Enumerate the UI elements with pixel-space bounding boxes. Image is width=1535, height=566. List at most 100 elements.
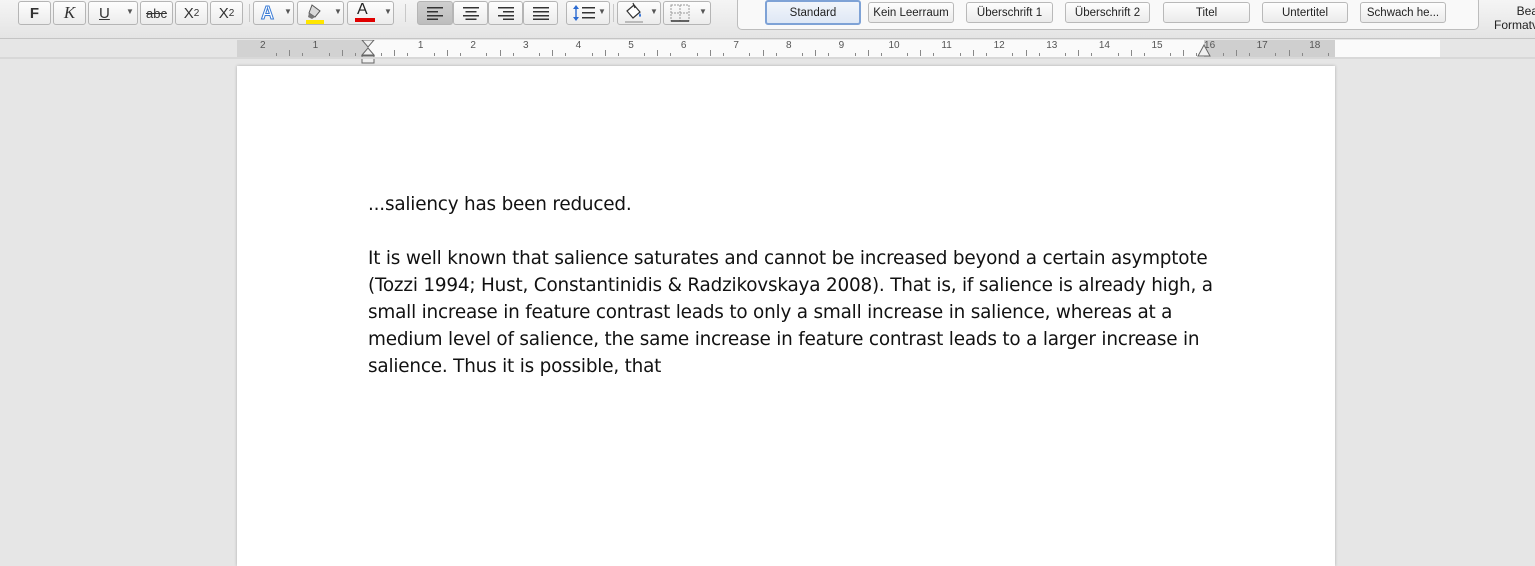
ruler-tick [1025, 50, 1027, 56]
font-color-dropdown-icon[interactable]: ▼ [384, 7, 392, 16]
ruler-tick [854, 53, 856, 56]
subscript-label: X [183, 4, 194, 22]
ruler-tick [538, 53, 540, 56]
text-effects-dropdown-icon[interactable]: ▼ [284, 7, 292, 16]
ruler-tick [920, 50, 922, 56]
ruler-number: 9 [838, 40, 845, 51]
ruler-tick [604, 50, 606, 56]
ruler-number: 14 [1098, 40, 1110, 51]
ruler-tick [907, 53, 909, 56]
formatting-ribbon: F K U ▼ abc X2 X2 A ▼ ▼ A ▼ ▼ ▼ ▼ Standa… [0, 0, 1535, 39]
superscript-mark: 2 [228, 7, 235, 19]
borders-dropdown-icon[interactable]: ▼ [699, 7, 707, 16]
ruler-number: 7 [733, 40, 739, 51]
text-line: medium level of salience, the same incre… [368, 329, 1200, 350]
paragraph-1[interactable]: ...saliency has been reduced. [368, 191, 1218, 218]
ruler-tick [775, 53, 777, 56]
right-indent-marker[interactable] [1197, 44, 1211, 58]
ruler-number: 17 [1256, 40, 1268, 51]
document-page[interactable]: ...saliency has been reduced. It is well… [237, 66, 1335, 566]
ruler-tick [762, 50, 764, 56]
ruler-tick [749, 53, 751, 56]
styles-pane-label-line1: Bea [1516, 4, 1535, 18]
ruler-number: 12 [993, 40, 1005, 51]
ruler-tick [354, 53, 356, 56]
ruler-tick [1117, 53, 1119, 56]
ruler-tick [591, 53, 593, 56]
paragraph-2[interactable]: It is well known that salience saturates… [368, 245, 1218, 380]
ruler-tick [617, 53, 619, 56]
ruler-number: 1 [312, 40, 319, 51]
style-label: Überschrift 2 [1074, 6, 1141, 19]
style-standard[interactable]: Standard [765, 0, 861, 25]
toolbar-separator [613, 4, 614, 22]
ruler-number: 2 [470, 40, 476, 51]
subscript-button[interactable]: X2 [175, 1, 208, 25]
ruler-tick [565, 53, 567, 56]
style-ueberschrift-2[interactable]: Überschrift 2 [1065, 2, 1150, 23]
ruler-number: 11 [941, 40, 952, 51]
ruler-tick [407, 53, 409, 56]
ruler-number: 13 [1046, 40, 1058, 51]
style-kein-leerraum[interactable]: Kein Leerraum [868, 2, 954, 23]
style-label: Kein Leerraum [873, 6, 949, 19]
ruler-tick [1249, 53, 1251, 56]
ruler-tick [302, 53, 304, 56]
style-label: Überschrift 1 [976, 6, 1043, 19]
ruler-tick [972, 50, 974, 56]
ruler-tick [275, 53, 277, 56]
ruler-tick [1275, 53, 1277, 56]
ruler-tick [433, 53, 435, 56]
align-left-icon [427, 7, 443, 20]
ruler-number: 18 [1309, 40, 1321, 51]
ruler-divider [0, 57, 1535, 59]
ruler-number: 6 [680, 40, 687, 51]
align-right-button[interactable] [488, 1, 523, 25]
ruler-tick [959, 53, 961, 56]
ruler-tick [815, 50, 817, 56]
line-spacing-dropdown-icon[interactable]: ▼ [598, 7, 606, 16]
ruler-tick [1301, 53, 1303, 56]
ruler-tick [867, 50, 869, 56]
italic-button[interactable]: K [53, 1, 86, 25]
highlighter-icon [306, 4, 324, 24]
style-schwach-hervorheben[interactable]: Schwach he... [1360, 2, 1446, 23]
ruler-tick [880, 53, 882, 56]
underline-dropdown-icon[interactable]: ▼ [126, 7, 134, 16]
italic-label: K [63, 3, 76, 22]
toolbar-separator [405, 4, 406, 22]
ruler-tick [512, 53, 514, 56]
style-untertitel[interactable]: Untertitel [1262, 2, 1348, 23]
shading-dropdown-icon[interactable]: ▼ [650, 7, 658, 16]
align-left-button[interactable] [417, 1, 453, 25]
style-label: Untertitel [1281, 6, 1329, 19]
ruler-tick [1091, 53, 1093, 56]
ruler-tick [670, 53, 672, 56]
ruler-tick [1288, 50, 1290, 56]
toolbar-separator [249, 4, 250, 22]
ruler-tick [1038, 53, 1040, 56]
align-center-button[interactable] [453, 1, 488, 25]
ruler-tick [394, 50, 396, 56]
style-ueberschrift-1[interactable]: Überschrift 1 [966, 2, 1053, 23]
ruler-number: 15 [1151, 40, 1163, 51]
ruler-tick [644, 53, 646, 56]
ruler-tick [723, 53, 725, 56]
ruler-tick [1327, 53, 1329, 56]
style-titel[interactable]: Titel [1163, 2, 1250, 23]
ruler-tick [986, 53, 988, 56]
superscript-label: X [218, 4, 229, 22]
strikethrough-button[interactable]: abc [140, 1, 173, 25]
align-justify-button[interactable] [523, 1, 558, 25]
styles-pane-button[interactable]: Bea Formatv [1483, 4, 1535, 32]
superscript-button[interactable]: X2 [210, 1, 243, 25]
first-line-indent-marker[interactable] [361, 40, 375, 65]
ruler-tick [499, 50, 501, 56]
highlight-dropdown-icon[interactable]: ▼ [334, 7, 342, 16]
ruler-tick [1064, 53, 1066, 56]
bold-label: F [29, 4, 40, 22]
strikethrough-label: abc [146, 5, 167, 21]
horizontal-ruler[interactable]: 2 1 1 2 3 4 5 6 7 8 9 10 11 12 13 14 15 16 17 18 [237, 40, 1440, 64]
bold-button[interactable]: F [18, 1, 51, 25]
ruler-number: 4 [575, 40, 582, 51]
